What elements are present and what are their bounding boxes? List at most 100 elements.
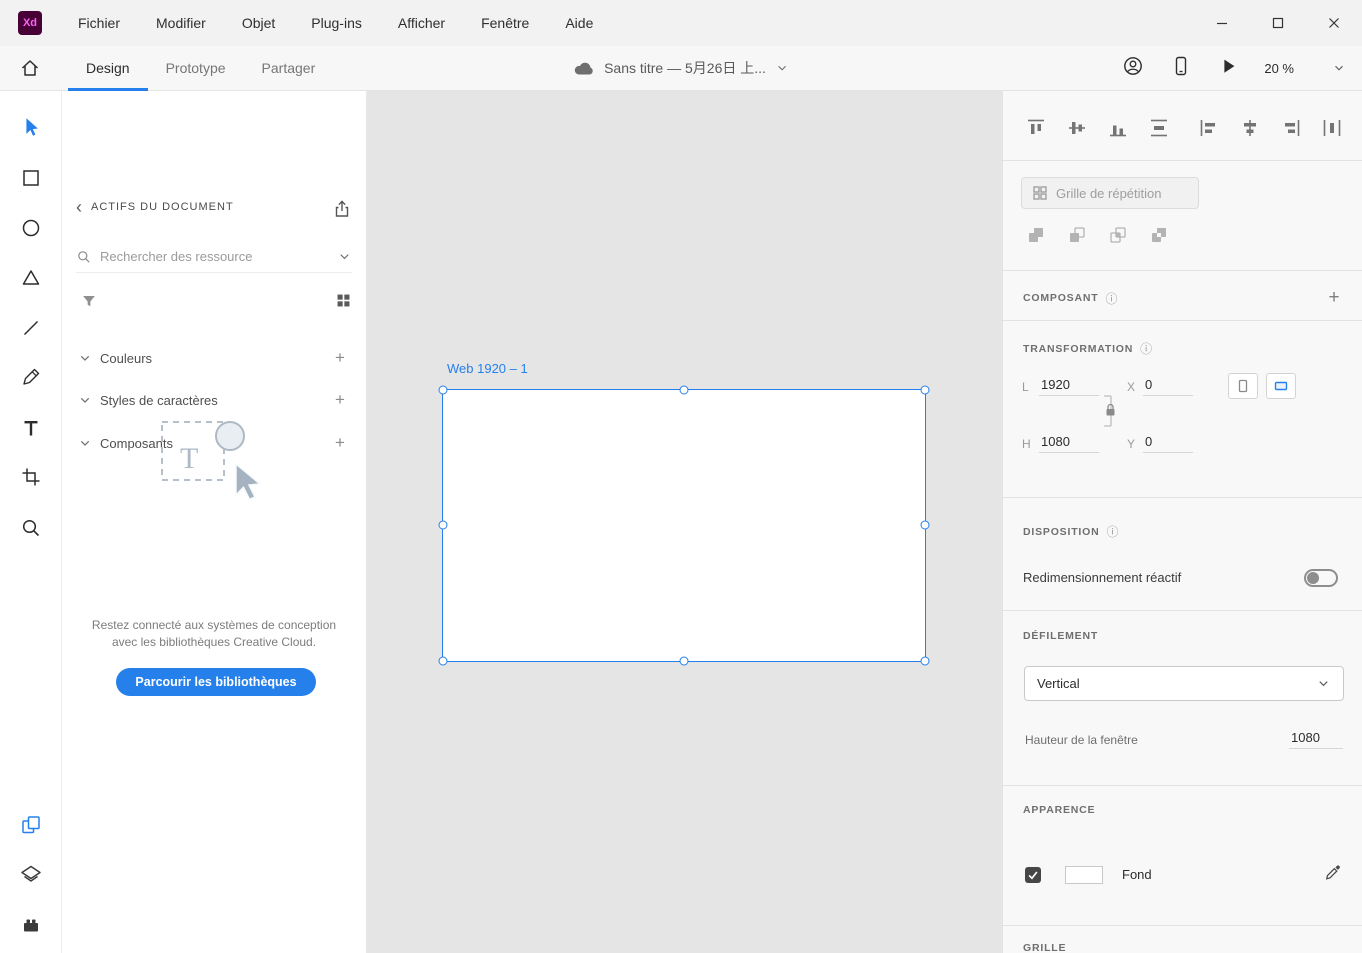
viewport-height-field[interactable]: 1080 [1289, 728, 1343, 749]
width-field[interactable]: 1920 [1039, 375, 1099, 396]
align-left-button[interactable] [1196, 115, 1222, 141]
artboard-tool[interactable] [17, 463, 45, 491]
chevron-down-icon[interactable] [775, 61, 789, 75]
account-button[interactable] [1122, 55, 1144, 82]
align-middle-button[interactable] [1064, 115, 1090, 141]
y-field[interactable]: 0 [1143, 432, 1193, 453]
add-color-button[interactable]: + [330, 348, 350, 368]
selection-handle-nw[interactable] [439, 386, 448, 395]
info-icon[interactable]: ⓘ [1140, 340, 1153, 357]
selection-handle-ne[interactable] [921, 386, 930, 395]
horizontal-align-group [1196, 115, 1345, 141]
add-component-main-button[interactable]: + [1324, 287, 1344, 309]
repeat-grid-button[interactable]: Grille de répétition [1021, 177, 1199, 209]
document-title-group[interactable]: Sans titre — 5月26日 上... [573, 58, 789, 78]
eyedropper-button[interactable] [1324, 863, 1342, 886]
align-center-button[interactable] [1237, 115, 1263, 141]
x-field[interactable]: 0 [1143, 375, 1193, 396]
chevron-down-icon[interactable] [78, 393, 92, 407]
home-button[interactable] [8, 46, 52, 91]
distribute-vertical-icon [1149, 118, 1169, 138]
search-scope-chevron-icon[interactable] [337, 249, 352, 264]
selection-handle-s[interactable] [680, 657, 689, 666]
search-input[interactable] [100, 249, 329, 264]
canvas[interactable]: Web 1920 – 1 [367, 91, 1002, 953]
pen-tool[interactable] [17, 363, 45, 391]
maximize-button[interactable] [1250, 0, 1306, 46]
device-preview-button[interactable] [1170, 55, 1192, 82]
menu-aide[interactable]: Aide [547, 0, 611, 46]
chevron-down-icon[interactable] [78, 436, 92, 450]
grid-view-button[interactable] [335, 292, 352, 314]
landscape-button[interactable] [1266, 373, 1296, 399]
polygon-tool[interactable] [17, 264, 45, 292]
menu-fichier[interactable]: Fichier [60, 0, 138, 46]
zoom-chevron-icon[interactable] [1332, 61, 1346, 75]
browse-libraries-button[interactable]: Parcourir les bibliothèques [116, 668, 316, 696]
section-styles-caracteres[interactable]: Styles de caractères + [72, 385, 356, 415]
menu-modifier[interactable]: Modifier [138, 0, 224, 46]
artboard[interactable] [443, 390, 925, 661]
zoom-tool[interactable] [17, 514, 45, 542]
boolean-exclude-button[interactable] [1146, 222, 1172, 248]
close-button[interactable] [1306, 0, 1362, 46]
menu-objet[interactable]: Objet [224, 0, 293, 46]
height-field[interactable]: 1080 [1039, 432, 1099, 453]
artboard-label[interactable]: Web 1920 – 1 [447, 361, 528, 376]
selection-handle-n[interactable] [680, 386, 689, 395]
selection-handle-e[interactable] [921, 521, 930, 530]
line-tool[interactable] [17, 314, 45, 342]
responsive-resize-toggle[interactable] [1304, 569, 1338, 587]
align-top-button[interactable] [1023, 115, 1049, 141]
select-tool[interactable] [17, 113, 45, 141]
minimize-button[interactable] [1194, 0, 1250, 46]
zoom-control[interactable]: 20 % [1264, 61, 1346, 76]
section-couleurs[interactable]: Couleurs + [72, 343, 356, 373]
distribute-vertical-button[interactable] [1146, 115, 1172, 141]
pen-icon [20, 366, 42, 388]
selection-handle-w[interactable] [439, 521, 448, 530]
fill-color-swatch[interactable] [1065, 866, 1103, 884]
menu-plugins[interactable]: Plug-ins [293, 0, 380, 46]
layers-panel-toggle[interactable] [17, 861, 45, 889]
menu-fenetre[interactable]: Fenêtre [463, 0, 547, 46]
export-button[interactable] [332, 199, 352, 224]
align-right-button[interactable] [1278, 115, 1304, 141]
tab-partager[interactable]: Partager [244, 46, 334, 91]
xd-logo[interactable]: Xd [18, 11, 42, 35]
filter-funnel-icon [80, 292, 98, 310]
scroll-direction-dropdown[interactable]: Vertical [1024, 666, 1344, 701]
filter-button[interactable] [80, 292, 98, 315]
selection-handle-se[interactable] [921, 657, 930, 666]
section-couleurs-label: Couleurs [100, 351, 322, 366]
assets-panel-title: ACTIFS DU DOCUMENT [91, 201, 234, 213]
assets-panel-toggle[interactable] [17, 811, 45, 839]
text-tool[interactable] [17, 414, 45, 442]
info-icon[interactable]: ⓘ [1105, 290, 1118, 307]
back-chevron-icon[interactable]: ‹ [76, 202, 83, 213]
selection-handle-sw[interactable] [439, 657, 448, 666]
add-character-style-button[interactable]: + [330, 390, 350, 410]
assets-panel-header[interactable]: ‹ ACTIFS DU DOCUMENT [76, 201, 234, 213]
lock-aspect-icon[interactable] [1102, 394, 1118, 428]
preview-play-button[interactable] [1218, 56, 1238, 81]
divider [1003, 497, 1362, 498]
plugins-panel-toggle[interactable] [17, 911, 45, 939]
tab-design[interactable]: Design [68, 46, 148, 91]
menu-afficher[interactable]: Afficher [380, 0, 463, 46]
portrait-button[interactable] [1228, 373, 1258, 399]
boolean-intersect-button[interactable] [1105, 222, 1131, 248]
tab-prototype[interactable]: Prototype [148, 46, 244, 91]
align-horizontal-center-icon [1240, 118, 1260, 138]
boolean-subtract-button[interactable] [1064, 222, 1090, 248]
info-icon[interactable]: ⓘ [1106, 523, 1119, 540]
align-bottom-button[interactable] [1105, 115, 1131, 141]
fill-checkbox[interactable] [1025, 867, 1041, 883]
boolean-add-button[interactable] [1023, 222, 1049, 248]
rectangle-tool[interactable] [17, 164, 45, 192]
distribute-horizontal-button[interactable] [1319, 115, 1345, 141]
add-component-button[interactable]: + [330, 433, 350, 453]
ellipse-tool[interactable] [17, 214, 45, 242]
chevron-down-icon[interactable] [78, 351, 92, 365]
responsive-resize-label: Redimensionnement réactif [1023, 570, 1181, 585]
